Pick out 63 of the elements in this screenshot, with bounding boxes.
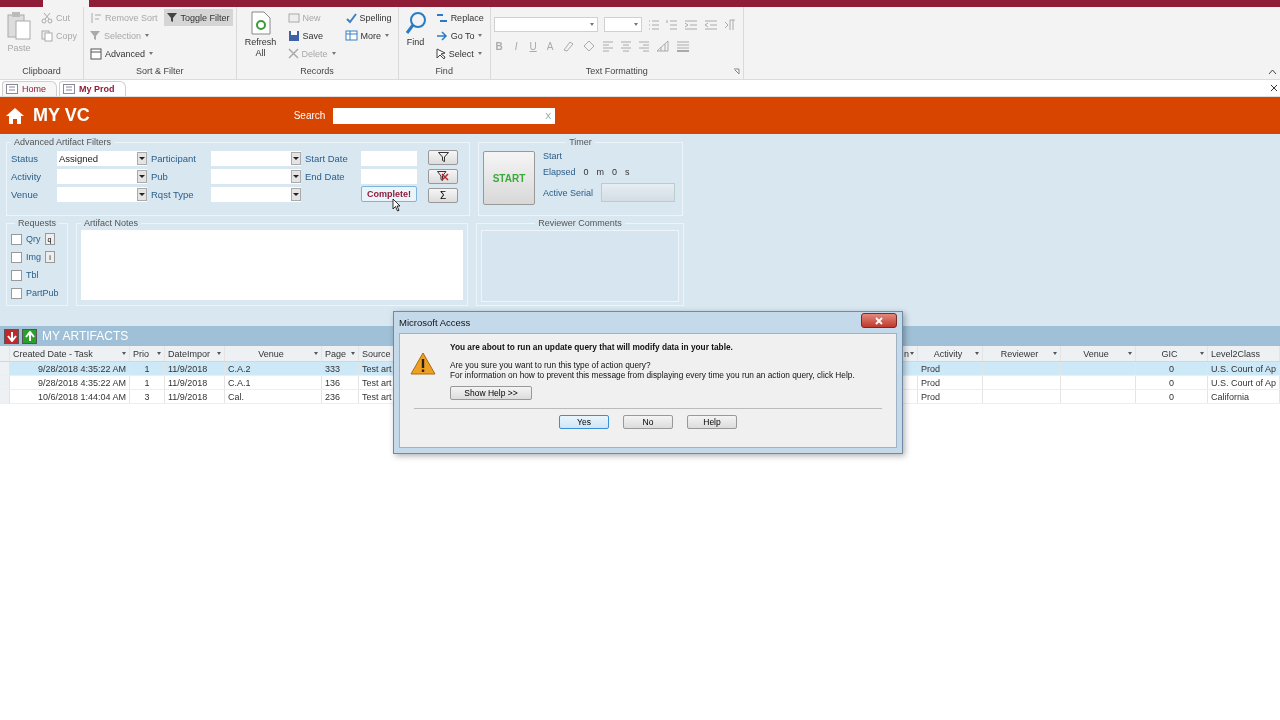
table-cell: 10/6/2018 1:44:04 AM	[37, 391, 126, 402]
field-label: Status	[11, 152, 39, 164]
field-label: Venue	[11, 188, 39, 200]
table-cell: C.A.1	[228, 377, 251, 388]
group-label: Sort & Filter	[135, 66, 185, 78]
group-title: Artifact Notes	[83, 218, 140, 228]
dialog-message: Are you sure you want to run this type of action query?	[450, 360, 652, 370]
table-cell: Prod	[921, 363, 940, 374]
section-title: MY ARTIFACTS	[42, 329, 129, 343]
table-cell: 1	[144, 363, 150, 374]
start-label: Start	[543, 151, 563, 161]
dialog-message: For information on how to prevent this message from displaying every time you run an action query, click Help.	[450, 370, 855, 380]
unit-label: m	[596, 167, 605, 177]
table-cell: Cal.	[228, 391, 244, 402]
table-cell: U.S. Court of Ap	[1211, 377, 1277, 388]
table-cell: 236	[325, 391, 341, 402]
table-cell: 1	[144, 377, 150, 388]
checkbox-label: Img	[26, 252, 41, 262]
table-cell: Test art	[362, 377, 392, 388]
field-label: Participant	[151, 152, 197, 164]
app-title: MY VC	[33, 105, 90, 126]
table-cell: 9/28/2018 4:35:22 AM	[37, 363, 126, 374]
group-title: Reviewer Comments	[537, 218, 623, 228]
table-cell: 0	[1169, 363, 1174, 374]
table-cell: 11/9/2018	[168, 391, 208, 402]
table-cell: California	[1211, 391, 1250, 402]
table-cell: 3	[144, 391, 150, 402]
group-title: Advanced Artifact Filters	[13, 137, 113, 147]
checkbox-label: PartPub	[26, 288, 59, 298]
table-cell: 0	[1169, 391, 1174, 402]
table-cell: 9/28/2018 4:35:22 AM	[37, 377, 126, 388]
checkbox-label: Tbl	[26, 270, 39, 280]
table-cell: Test art	[362, 391, 392, 402]
active-serial-label: Active Serial	[543, 187, 594, 198]
table-cell: U.S. Court of Ap	[1211, 363, 1277, 374]
group-label: Clipboard	[21, 66, 62, 78]
table-cell: 11/9/2018	[168, 363, 208, 374]
search-label: Search	[293, 110, 326, 121]
table-cell: Prod	[921, 391, 940, 402]
dialog-message: You are about to run an update query that will modify data in your table.	[450, 342, 734, 352]
table-cell: 136	[325, 377, 341, 388]
group-title: Timer	[568, 137, 593, 147]
field-label: Pub	[151, 170, 169, 182]
table-cell: C.A.2	[228, 363, 251, 374]
table-cell: Prod	[921, 377, 940, 388]
unit-label: s	[625, 167, 630, 177]
table-cell: 333	[325, 363, 341, 374]
seconds-value: 0	[612, 167, 618, 177]
field-label: Start Date	[305, 152, 349, 164]
group-label: Find	[434, 66, 454, 78]
group-label: Text Formatting	[493, 66, 740, 79]
field-label: Rqst Type	[151, 188, 195, 200]
table-cell: Test art	[362, 363, 392, 374]
field-label: End Date	[305, 170, 346, 182]
group-label: Records	[299, 66, 335, 78]
field-label: Activity	[11, 170, 43, 182]
group-title: Requests	[17, 218, 57, 228]
minutes-value: 0	[583, 167, 589, 177]
checkbox-label: Qry	[26, 234, 41, 244]
table-cell: 11/9/2018	[168, 377, 208, 388]
dialog-title: Microsoft Access	[399, 317, 471, 328]
elapsed-label: Elapsed	[543, 167, 576, 177]
table-cell: 0	[1169, 377, 1174, 388]
